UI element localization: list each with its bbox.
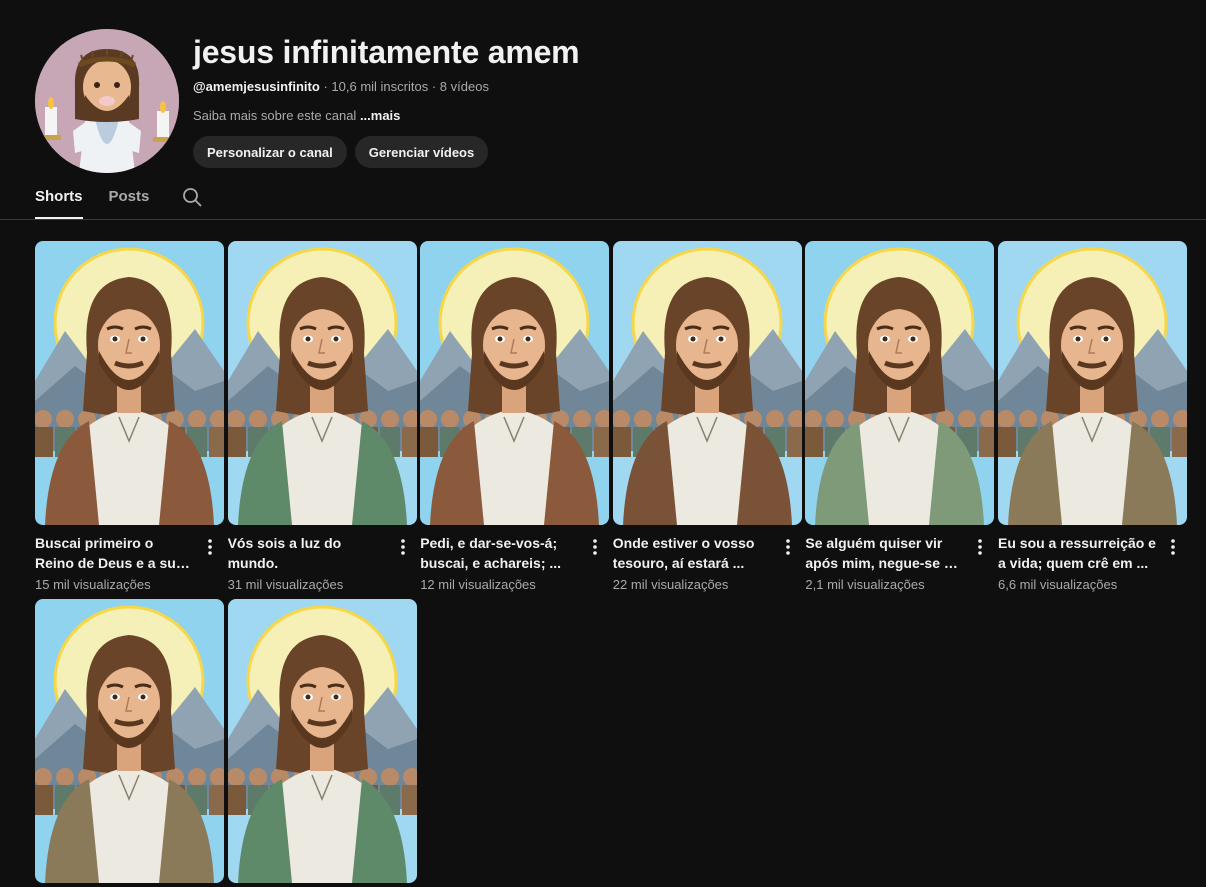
short-title[interactable]: Se alguém quiser vir após mim, negue-se … — [805, 533, 965, 573]
meta-separator: · — [431, 79, 440, 94]
short-title[interactable]: Vós sois a luz do mundo. — [228, 533, 388, 573]
jesus-illustration — [420, 241, 610, 525]
short-views: 6,6 mil visualizações — [998, 577, 1118, 592]
jesus-cartoon-avatar-icon — [35, 29, 179, 173]
jesus-illustration — [35, 241, 224, 525]
more-options-icon[interactable] — [1163, 535, 1183, 559]
channel-info: jesus infinitamente amem @amemjesusinfin… — [193, 29, 580, 168]
channel-tabs: Shorts Posts — [35, 182, 203, 219]
tab-shorts[interactable]: Shorts — [35, 182, 83, 219]
short-thumbnail[interactable] — [35, 241, 224, 525]
short-thumbnail[interactable] — [420, 241, 610, 525]
short-thumbnail[interactable] — [227, 599, 417, 883]
more-link[interactable]: ...mais — [360, 108, 400, 123]
short-thumbnail[interactable] — [998, 241, 1187, 525]
short-card: Pedi, e dar-se-vos-á; buscai, e achareis… — [420, 241, 610, 594]
jesus-illustration — [998, 241, 1187, 525]
more-options-icon[interactable] — [970, 535, 990, 559]
more-options-icon[interactable] — [778, 535, 798, 559]
channel-avatar[interactable] — [35, 29, 179, 173]
more-options-icon[interactable] — [393, 535, 413, 559]
jesus-illustration — [227, 599, 417, 883]
short-title[interactable]: Eu sou a ressurreição e a vida; quem crê… — [998, 533, 1158, 573]
tab-posts[interactable]: Posts — [109, 182, 150, 219]
more-options-icon[interactable] — [585, 535, 605, 559]
short-title[interactable]: Pedi, e dar-se-vos-á; buscai, e achareis… — [420, 533, 580, 573]
customize-channel-button[interactable]: Personalizar o canal — [193, 136, 347, 168]
short-views: 22 mil visualizações — [612, 577, 729, 592]
tabs-divider — [0, 219, 1206, 220]
short-card: Se alguém quiser vir após mim, negue-se … — [805, 241, 995, 594]
jesus-illustration — [227, 241, 417, 525]
channel-title: jesus infinitamente amem — [193, 34, 580, 70]
short-card: Onde estiver o vosso tesouro, aí estará … — [612, 241, 802, 594]
short-thumbnail[interactable] — [35, 599, 224, 883]
short-title[interactable]: Buscai primeiro o Reino de Deus e a sua … — [35, 533, 195, 573]
about-text: Saiba mais sobre este canal — [193, 108, 357, 123]
channel-header: jesus infinitamente amem @amemjesusinfin… — [35, 29, 1175, 174]
jesus-illustration — [35, 599, 224, 883]
channel-handle: @amemjesusinfinito — [193, 79, 320, 94]
channel-about-link[interactable]: Saiba mais sobre este canal ...mais — [193, 107, 579, 125]
subscriber-count: 10,6 mil inscritos — [331, 79, 429, 94]
short-card: Buscai primeiro o Reino de Deus e a sua … — [35, 241, 224, 594]
short-card: Eu sou a ressurreição e a vida; quem crê… — [998, 241, 1187, 594]
short-views: 15 mil visualizações — [35, 577, 151, 592]
manage-videos-button[interactable]: Gerenciar vídeos — [354, 136, 489, 168]
jesus-illustration — [612, 241, 802, 525]
short-thumbnail[interactable] — [805, 241, 995, 525]
short-views: 2,1 mil visualizações — [805, 577, 925, 592]
more-options-icon[interactable] — [200, 535, 220, 559]
search-glyph — [183, 188, 202, 207]
short-card: Vós sois a luz do mundo. 31 mil visualiz… — [227, 241, 417, 594]
short-views: 31 mil visualizações — [227, 577, 344, 592]
channel-actions: Personalizar o canal Gerenciar vídeos — [193, 136, 579, 168]
short-thumbnail[interactable] — [612, 241, 802, 525]
short-thumbnail[interactable] — [227, 241, 417, 525]
short-title[interactable]: Onde estiver o vosso tesouro, aí estará … — [613, 533, 773, 573]
jesus-illustration — [805, 241, 995, 525]
short-card — [227, 599, 417, 883]
short-card — [35, 599, 224, 883]
search-icon[interactable] — [181, 182, 203, 212]
video-count: 8 vídeos — [439, 79, 489, 94]
channel-meta: @amemjesusinfinito · 10,6 mil inscritos … — [193, 78, 579, 96]
short-views: 12 mil visualizações — [420, 577, 536, 592]
